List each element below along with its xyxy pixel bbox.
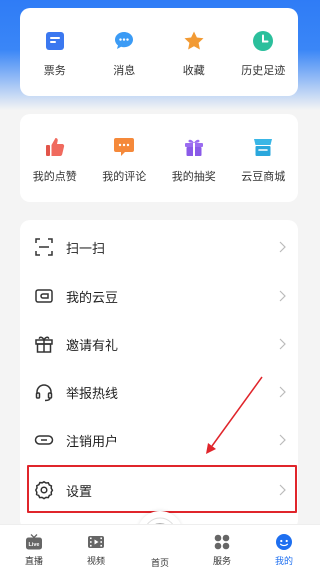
live-badge-text: Live: [28, 542, 39, 548]
quick-action-favorites[interactable]: 收藏: [159, 8, 229, 96]
gift-outline-icon: [35, 336, 53, 353]
message-icon: [115, 31, 134, 49]
chevron-right-icon: [279, 484, 286, 496]
wallet-icon: [35, 289, 53, 303]
bottom-tab-bar: Live 直播 视频 首页 服务 我的: [0, 524, 320, 568]
quick-action-label: 历史足迹: [241, 63, 286, 77]
gift-icon: [184, 139, 203, 156]
quick-action-messages[interactable]: 消息: [90, 8, 160, 96]
scan-icon: [35, 238, 53, 256]
menu-item-report-hotline[interactable]: 举报热线: [20, 368, 298, 416]
activity-comments[interactable]: 我的评论: [90, 114, 160, 202]
star-icon: [184, 31, 204, 49]
menu-item-settings[interactable]: 设置: [20, 466, 298, 514]
chevron-right-icon: [279, 386, 286, 398]
tab-me[interactable]: 我的: [254, 525, 314, 568]
menu-item-my-beans[interactable]: 我的云豆: [20, 272, 298, 320]
headset-icon: [35, 384, 53, 402]
activity-label: 我的评论: [102, 169, 147, 183]
tab-live[interactable]: Live 直播: [4, 525, 64, 568]
settings-menu-card: 扫一扫 我的云豆 邀请有礼 举报热线 注销用户 设置: [20, 220, 298, 530]
profile-face-icon: [276, 534, 292, 550]
shop-icon: [254, 138, 273, 156]
activity-label: 云豆商城: [241, 169, 286, 183]
menu-item-label: 扫一扫: [66, 241, 106, 257]
menu-item-label: 举报热线: [66, 386, 119, 402]
menu-item-label: 设置: [66, 484, 93, 500]
quick-action-tickets[interactable]: 票务: [20, 8, 90, 96]
tab-label: 首页: [150, 559, 169, 568]
menu-item-deactivate[interactable]: 注销用户: [20, 416, 298, 464]
gear-icon: [34, 480, 54, 500]
tab-label: 直播: [24, 557, 43, 567]
film-icon: [88, 536, 104, 548]
history-clock-icon: [253, 30, 274, 51]
chevron-right-icon: [279, 434, 286, 446]
activity-lottery[interactable]: 我的抽奖: [159, 114, 229, 202]
live-tv-icon: Live: [26, 534, 42, 550]
comment-icon: [114, 137, 135, 156]
quick-action-label: 票务: [43, 63, 66, 77]
chevron-right-icon: [279, 241, 286, 253]
menu-item-label: 邀请有礼: [66, 338, 119, 354]
quick-action-label: 收藏: [182, 63, 205, 77]
tab-home[interactable]: 首页: [130, 525, 190, 568]
chevron-right-icon: [279, 290, 286, 302]
activity-card: 我的点赞 我的评论 我的抽奖 云豆商城: [20, 114, 298, 202]
tab-services[interactable]: 服务: [192, 525, 252, 568]
menu-item-label: 注销用户: [66, 434, 119, 450]
tab-label: 我的: [274, 557, 293, 567]
activity-label: 我的点赞: [32, 169, 77, 183]
chevron-right-icon: [279, 338, 286, 350]
thumbs-up-icon: [45, 137, 64, 156]
quick-action-label: 消息: [113, 63, 136, 77]
menu-item-scan[interactable]: 扫一扫: [20, 223, 298, 271]
tab-video[interactable]: 视频: [66, 525, 126, 568]
activity-shop[interactable]: 云豆商城: [229, 114, 299, 202]
activity-likes[interactable]: 我的点赞: [20, 114, 90, 202]
grid-icon: [214, 534, 230, 550]
ticket-icon: [45, 31, 64, 50]
link-icon: [34, 435, 54, 445]
quick-actions-card: 票务 消息 收藏 历史足迹: [20, 8, 298, 96]
quick-action-history[interactable]: 历史足迹: [229, 8, 299, 96]
activity-label: 我的抽奖: [171, 169, 216, 183]
tab-label: 视频: [86, 557, 105, 567]
menu-item-label: 我的云豆: [66, 290, 119, 306]
menu-item-invite[interactable]: 邀请有礼: [20, 320, 298, 368]
tab-label: 服务: [212, 557, 231, 567]
